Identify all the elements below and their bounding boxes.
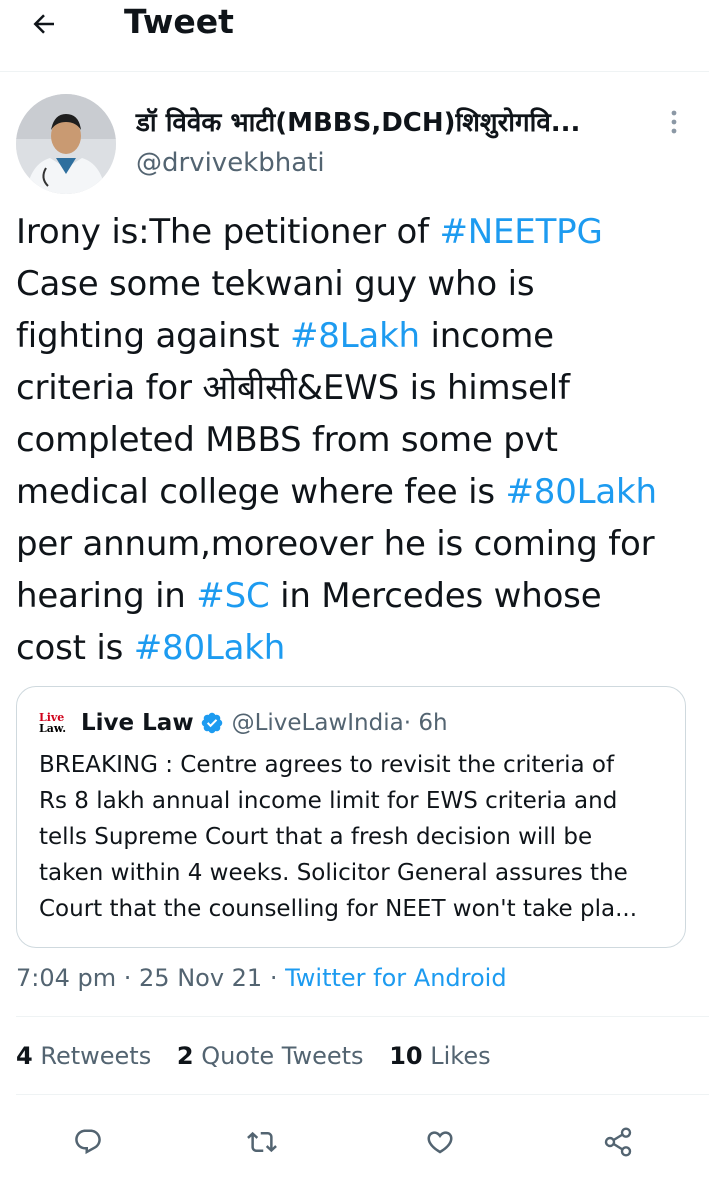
quoted-line: taken within 4 weeks. Solicitor General … [39,860,628,886]
hashtag-link[interactable]: #80Lakh [134,628,286,668]
divider [16,1016,709,1017]
like-button[interactable] [418,1120,462,1164]
back-button[interactable] [24,4,64,44]
tweet-line: fighting against #8Lakh income [16,316,554,356]
livelaw-logo: Live Law. [39,711,67,735]
quote-tweets-stat[interactable]: 2 Quote Tweets [177,1042,364,1070]
tweet-line: completed MBBS from some pvt [16,420,558,460]
retweets-stat[interactable]: 4 Retweets [16,1042,151,1070]
tweet-timestamp: 7:04 pm · 25 Nov 21 · Twitter for Androi… [16,964,507,992]
avatar-image [16,94,116,194]
top-bar: Tweet [0,0,709,72]
tweet-line: hearing in #SC in Mercedes whose [16,576,602,616]
more-vertical-icon [671,110,677,134]
quoted-time: · 6h [403,710,448,736]
source-link[interactable]: Twitter for Android [285,964,506,992]
quoted-line: BREAKING : Centre agrees to revisit the … [39,752,615,778]
action-bar [0,1108,709,1178]
tweet-line: Irony is:The petitioner of #NEETPG [16,212,603,252]
engagement-stats: 4 Retweets 2 Quote Tweets 10 Likes [16,1036,509,1076]
share-button[interactable] [596,1120,640,1164]
likes-stat[interactable]: 10 Likes [389,1042,490,1070]
author-name[interactable]: डॉ विवेक भाटी(MBBS,DCH)शिशुरोगवि... [136,106,580,140]
tweet-line: medical college where fee is #80Lakh [16,472,657,512]
tweet-line: per annum,moreover he is coming for [16,524,655,564]
quoted-line: tells Supreme Court that a fresh decisio… [39,824,593,850]
quoted-tweet-card[interactable]: Live Law. Live Law @LiveLawIndia · 6h BR… [16,686,686,948]
retweet-icon [247,1131,277,1153]
quoted-line: Court that the counselling for NEET won'… [39,896,637,922]
quoted-tweet-text: BREAKING : Centre agrees to revisit the … [39,747,679,927]
hashtag-link[interactable]: #NEETPG [440,212,603,252]
more-options-button[interactable] [656,104,692,140]
quoted-line: Rs 8 lakh annual income limit for EWS cr… [39,788,618,814]
quoted-author-name: Live Law [81,710,194,736]
quoted-tweet-header: Live Law. Live Law @LiveLawIndia · 6h [39,707,448,739]
reply-icon [75,1129,101,1155]
tweet-text: Irony is:The petitioner of #NEETPG Case … [16,206,706,674]
hashtag-link[interactable]: #80Lakh [505,472,657,512]
divider [16,1094,709,1095]
verified-badge-icon [201,712,222,734]
author-handle[interactable]: @drvivekbhati [136,146,325,180]
tweet-line: criteria for ओबीसी&EWS is himself [16,368,570,408]
hashtag-link[interactable]: #8Lakh [290,316,420,356]
like-icon [427,1131,453,1154]
tweet-line: cost is #80Lakh [16,628,286,668]
share-icon [604,1127,632,1157]
hashtag-link[interactable]: #SC [196,576,269,616]
reply-button[interactable] [66,1120,110,1164]
page-title: Tweet [124,2,234,41]
avatar[interactable] [16,94,116,194]
retweet-button[interactable] [240,1120,284,1164]
back-arrow-icon [33,14,54,34]
quoted-author-handle: @LiveLawIndia [231,710,404,736]
tweet-line: Case some tekwani guy who is [16,264,535,304]
